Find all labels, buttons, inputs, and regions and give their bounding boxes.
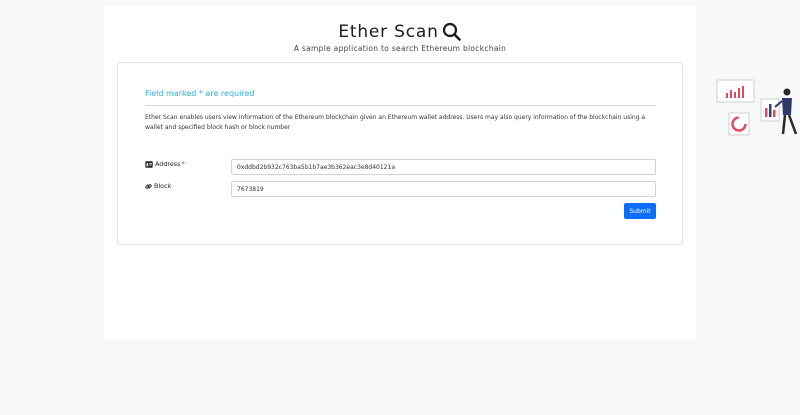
required-note: Field marked * are required (145, 89, 255, 98)
required-asterisk: * (181, 160, 185, 168)
app-title: Ether Scan (338, 22, 439, 42)
block-label: Block (145, 182, 171, 190)
address-input[interactable] (231, 159, 656, 175)
app-header: Ether Scan (104, 22, 696, 42)
form-description: Ether Scan enables users view informatio… (145, 114, 646, 131)
submit-button[interactable]: Submit (624, 203, 656, 219)
app-subtitle: A sample application to search Ethereum … (293, 44, 507, 53)
link-icon (145, 183, 152, 190)
search-icon (442, 22, 462, 42)
search-form-card: Field marked * are required Ether Scan e… (117, 62, 683, 245)
address-label-text: Address (155, 160, 181, 168)
block-input[interactable] (231, 181, 656, 197)
id-card-icon (145, 160, 153, 168)
analytics-illustration (712, 78, 800, 140)
divider (145, 105, 656, 106)
block-label-text: Block (154, 182, 172, 190)
page-container: Ether Scan A sample application to searc… (104, 6, 696, 340)
address-label: Address * (145, 160, 185, 168)
